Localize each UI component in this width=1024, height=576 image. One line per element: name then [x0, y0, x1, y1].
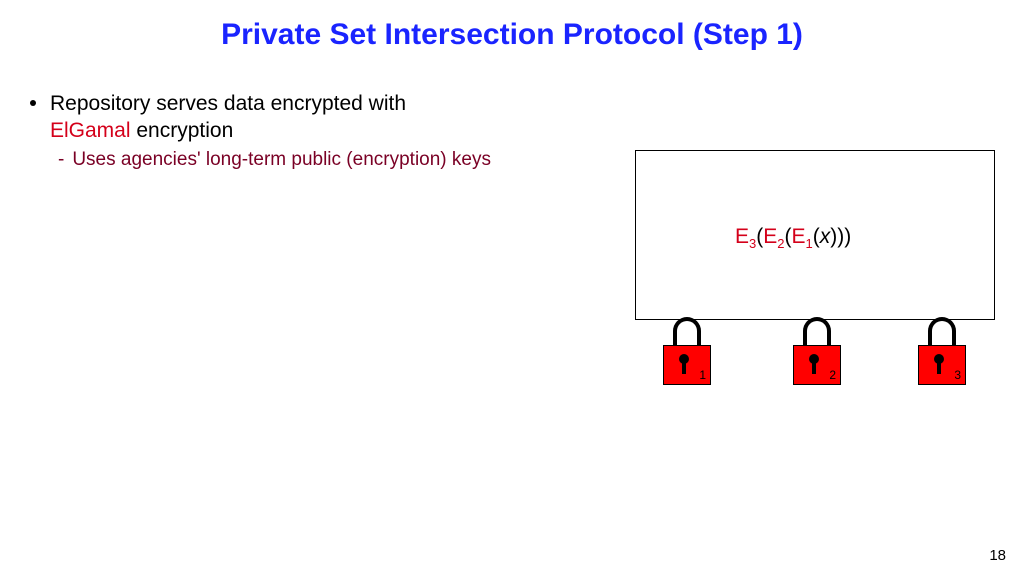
lock-icon-2: 2: [793, 317, 841, 385]
sub-text: Uses agencies' long-term public (encrypt…: [72, 149, 491, 171]
elgamal-word: ElGamal: [50, 119, 131, 142]
keyhole-icon: [679, 354, 689, 364]
lp3: (: [813, 225, 820, 248]
E2: E: [763, 225, 777, 248]
E1: E: [792, 225, 806, 248]
lock-icon-1: 1: [663, 317, 711, 385]
encryption-expression: E3(E2(E1(x))): [735, 225, 851, 251]
dash-icon: -: [58, 149, 64, 171]
sub1: 1: [806, 236, 813, 251]
sub2: 2: [777, 236, 784, 251]
lock-number: 2: [829, 368, 836, 382]
lock-body: 2: [793, 345, 841, 385]
bullet-line1: Repository serves data encrypted with: [50, 92, 406, 115]
lock-icon-3: 3: [918, 317, 966, 385]
keyhole-icon: [934, 354, 944, 364]
bullet-line2: encryption: [131, 119, 234, 142]
lock-body: 1: [663, 345, 711, 385]
lock-number: 1: [699, 368, 706, 382]
shackle-icon: [928, 317, 956, 345]
slide-title: Private Set Intersection Protocol (Step …: [0, 0, 1024, 52]
bullet-dot-icon: [30, 100, 36, 106]
sub-bullet: - Uses agencies' long-term public (encry…: [58, 149, 630, 171]
shackle-icon: [803, 317, 831, 345]
lock-body: 3: [918, 345, 966, 385]
rp: ))): [830, 225, 851, 248]
lock-number: 3: [954, 368, 961, 382]
content-block: Repository serves data encrypted with El…: [30, 90, 630, 171]
page-number: 18: [989, 547, 1006, 564]
lp2: (: [785, 225, 792, 248]
shackle-icon: [673, 317, 701, 345]
keyhole-icon: [809, 354, 819, 364]
E3: E: [735, 225, 749, 248]
bullet-item: Repository serves data encrypted with El…: [30, 90, 630, 145]
var-x: x: [820, 225, 831, 248]
bullet-text: Repository serves data encrypted with El…: [50, 90, 406, 145]
